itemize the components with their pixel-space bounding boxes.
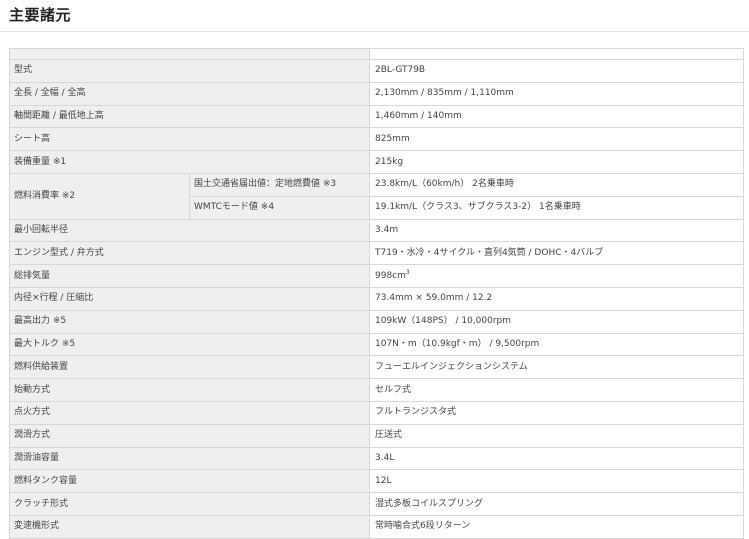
table-row: 潤滑油容量 3.4L [9,446,744,471]
row-value: フルトランジスタ式 [369,400,744,425]
row-value: 998cm3 [369,264,744,288]
row-value: T719・水冷・4サイクル・直列4気筒 / DOHC・4バルブ [369,241,744,266]
row-label: 最大トルク ※5 [9,332,370,357]
row-value: 73.4mm × 59.0mm / 12.2 [369,286,744,311]
row-value: フューエルインジェクションシステム [369,355,744,380]
table-row: 点火方式 フルトランジスタ式 [9,400,744,425]
table-row: 燃料消費率 ※2 国土交通省届出値：定地燃費値 ※3 23.8km/L（60km… [9,172,744,220]
table-row: 最高出力 ※5 109kW（148PS） / 10,000rpm [9,309,744,334]
row-label: 軸間距離 / 最低地上高 [9,104,370,129]
table-row: 総排気量 998cm3 [9,264,744,288]
sub-row-label: WMTCモード値 ※4 [189,195,370,220]
row-label: 燃料供給装置 [9,355,370,380]
table-row: エンジン型式 / 弁方式 T719・水冷・4サイクル・直列4気筒 / DOHC・… [9,241,744,266]
row-label: エンジン型式 / 弁方式 [9,241,370,266]
table-row: 軸間距離 / 最低地上高 1,460mm / 140mm [9,104,744,129]
value-text: 998cm [375,270,406,281]
row-value: 825mm [369,127,744,152]
table-row: 最小回転半径 3.4m [9,218,744,243]
row-label: 装備重量 ※1 [9,150,370,174]
row-label: 変速機形式 [9,514,370,539]
row-label: 最小回転半径 [9,218,370,243]
row-value: 常時噛合式6段リターン [369,514,744,539]
table-row: 装備重量 ※1 215kg [9,150,744,174]
table-row: 型式 2BL-GT79B [9,59,744,83]
row-value: 19.1km/L（クラス3、サブクラス3-2） 1名乗車時 [369,195,744,220]
row-label: 潤滑方式 [9,423,370,448]
row-value: 3.4L [369,446,744,471]
row-label: 内径×行程 / 圧縮比 [9,286,370,311]
table-spacer-row [9,48,744,60]
row-value: 109kW（148PS） / 10,000rpm [369,309,744,334]
table-row: 燃料タンク容量 12L [9,469,744,494]
row-value: 12L [369,469,744,494]
row-label: クラッチ形式 [9,492,370,516]
table-row: 全長 / 全幅 / 全高 2,130mm / 835mm / 1,110mm [9,81,744,106]
row-value: 圧送式 [369,423,744,448]
row-label: 最高出力 ※5 [9,309,370,334]
row-value: 2,130mm / 835mm / 1,110mm [369,81,744,106]
spec-table: 型式 2BL-GT79B 全長 / 全幅 / 全高 2,130mm / 835m… [9,48,744,539]
row-label: シート高 [9,127,370,152]
row-label: 総排気量 [9,264,370,288]
row-label: 潤滑油容量 [9,446,370,471]
row-label: 始動方式 [9,378,370,402]
table-row: シート高 825mm [9,127,744,152]
row-value: セルフ式 [369,378,744,402]
title-divider [0,31,749,32]
row-value: 215kg [369,150,744,174]
row-label: 燃料タンク容量 [9,469,370,494]
sub-row-label: 国土交通省届出値：定地燃費値 ※3 [189,172,370,197]
row-label: 型式 [9,59,370,83]
row-label: 全長 / 全幅 / 全高 [9,81,370,106]
row-label: 燃料消費率 ※2 [9,172,190,220]
table-row: 最大トルク ※5 107N・m（10.9kgf・m） / 9,500rpm [9,332,744,357]
table-row: 変速機形式 常時噛合式6段リターン [9,514,744,539]
row-value: 3.4m [369,218,744,243]
table-row: クラッチ形式 湿式多板コイルスプリング [9,492,744,516]
page-title: 主要諸元 [9,6,72,24]
row-value: 湿式多板コイルスプリング [369,492,744,516]
table-row: 始動方式 セルフ式 [9,378,744,402]
row-label: 点火方式 [9,400,370,425]
value-superscript: 3 [405,268,410,276]
row-value: 1,460mm / 140mm [369,104,744,129]
row-value: 2BL-GT79B [369,59,744,83]
table-row: 内径×行程 / 圧縮比 73.4mm × 59.0mm / 12.2 [9,286,744,311]
row-value: 23.8km/L（60km/h） 2名乗車時 [369,172,744,197]
table-row: 潤滑方式 圧送式 [9,423,744,448]
row-value: 107N・m（10.9kgf・m） / 9,500rpm [369,332,744,357]
table-row: 燃料供給装置 フューエルインジェクションシステム [9,355,744,380]
